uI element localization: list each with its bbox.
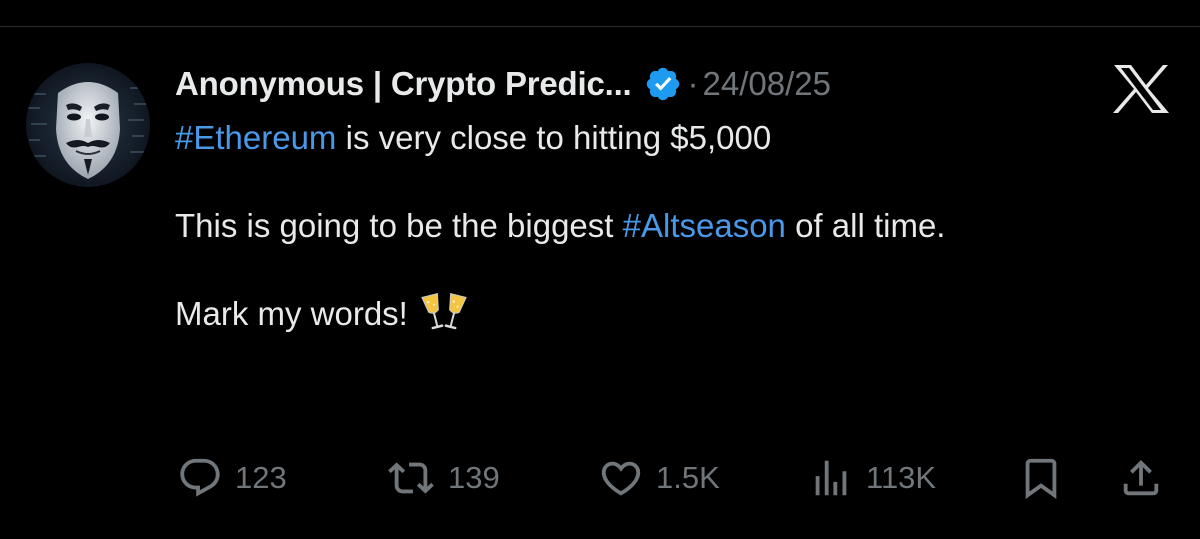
like-button[interactable]: 1.5K [598, 450, 720, 506]
tweet-line-2-text-before: This is going to be the biggest [175, 207, 623, 244]
hashtag-ethereum-link[interactable]: #Ethereum [175, 119, 336, 156]
tweet-line-2: This is going to be the biggest #Altseas… [175, 204, 1135, 248]
tweet-line-2-text-after: of all time. [785, 207, 946, 244]
tweet-header: Anonymous | Crypto Predic... · 24/08/25 [175, 62, 831, 106]
tweet-date[interactable]: 24/08/25 [703, 65, 831, 103]
views-button[interactable]: 113K [808, 450, 936, 506]
repost-button[interactable]: 139 [386, 450, 500, 506]
repost-icon [388, 462, 434, 494]
separator-dot: · [687, 65, 699, 102]
tweet-line-1-text: is very close to hitting $5,000 [336, 119, 772, 156]
tweet-line-3-text: Mark my words! [175, 295, 408, 332]
repost-count: 139 [448, 460, 500, 495]
top-divider [0, 26, 1200, 27]
tweet-line-3: Mark my words! [175, 292, 1135, 336]
bookmark-button[interactable] [1018, 450, 1064, 506]
reply-count: 123 [235, 460, 287, 495]
tweet-line-1: #Ethereum is very close to hitting $5,00… [175, 116, 1135, 160]
views-count: 113K [866, 460, 937, 495]
like-count: 1.5K [656, 460, 720, 495]
reply-icon [180, 458, 220, 497]
anonymous-mask-avatar-icon [26, 63, 150, 187]
verified-badge-icon[interactable] [644, 65, 682, 103]
avatar[interactable] [26, 63, 150, 187]
hashtag-altseason-link[interactable]: #Altseason [623, 207, 786, 244]
clinking-glasses-icon [420, 292, 468, 335]
share-button[interactable] [1118, 450, 1164, 506]
tweet-text: #Ethereum is very close to hitting $5,00… [175, 116, 1135, 336]
bookmark-icon [1025, 458, 1057, 499]
action-bar: 123 139 1.5K 113K [0, 450, 1200, 506]
reply-button[interactable]: 123 [177, 450, 287, 506]
heart-icon [601, 461, 641, 496]
x-logo-icon[interactable] [1112, 64, 1170, 114]
views-icon [815, 460, 847, 496]
share-icon [1123, 459, 1159, 496]
display-name[interactable]: Anonymous | Crypto Predic... [175, 65, 632, 103]
